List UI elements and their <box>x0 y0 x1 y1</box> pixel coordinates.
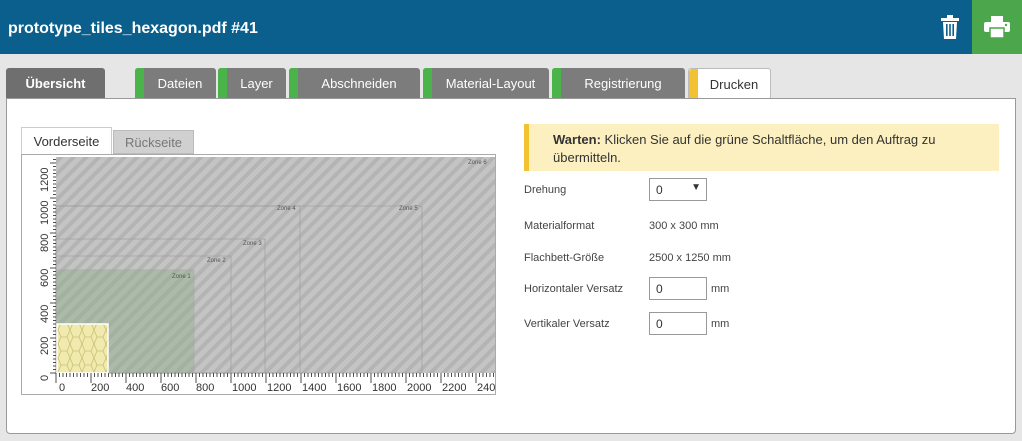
trash-icon <box>941 15 959 39</box>
x-tick-label: 0 <box>59 382 65 394</box>
x-tick-label: 2000 <box>407 382 431 394</box>
app-header: prototype_tiles_hexagon.pdf #41 <box>0 0 1022 54</box>
printer-icon <box>984 16 1010 38</box>
y-tick-label: 400 <box>39 305 51 323</box>
x-tick-label: 1000 <box>232 382 256 394</box>
flatbed-size-value: 2500 x 1250 mm <box>649 252 731 264</box>
y-tick-label: 1000 <box>39 201 51 225</box>
tab-label: Übersicht <box>25 76 86 91</box>
horizontal-offset-unit: mm <box>711 283 730 295</box>
status-marker <box>423 68 432 99</box>
tab-label: Dateien <box>157 76 203 91</box>
warning-text: Klicken Sie auf die grüne Schaltfläche, … <box>553 132 936 165</box>
x-tick-label: 2200 <box>442 382 466 394</box>
tab-label: Material-Layout <box>445 76 536 91</box>
x-tick-label: 400 <box>126 382 144 394</box>
tab-label: Registrierung <box>584 76 662 91</box>
tab-label: Drucken <box>709 77 759 92</box>
warning-banner: Warten: Klicken Sie auf die grüne Schalt… <box>524 124 999 171</box>
tab-registration[interactable]: Registrierung <box>552 68 685 99</box>
zone-label: Zone 3 <box>243 241 262 247</box>
zone-label: Zone 5 <box>399 206 418 212</box>
material-format-label: Materialformat <box>524 220 595 232</box>
material-format-value: 300 x 300 mm <box>649 220 719 232</box>
print-button[interactable] <box>972 0 1022 54</box>
material-tile[interactable] <box>56 323 109 374</box>
zone-label: Zone 1 <box>172 274 191 280</box>
status-marker <box>218 68 227 99</box>
tab-back-side[interactable]: Rückseite <box>113 130 194 154</box>
delete-button[interactable] <box>928 0 972 54</box>
x-tick-label: 1400 <box>302 382 326 394</box>
tab-files[interactable]: Dateien <box>135 68 216 99</box>
zone-label: Zone 6 <box>468 160 487 166</box>
x-tick-label: 1600 <box>337 382 361 394</box>
status-marker <box>289 68 298 99</box>
zone-label: Zone 4 <box>277 206 296 212</box>
x-tick-label: 1800 <box>372 382 396 394</box>
status-marker <box>689 69 698 100</box>
tab-print[interactable]: Drucken <box>688 68 771 100</box>
y-tick-label: 0 <box>39 375 51 381</box>
x-tick-label: 1200 <box>267 382 291 394</box>
flatbed-canvas: Zone 1 Zone 2 Zone 3 Zone 4 Zone 5 Zone … <box>39 157 495 394</box>
y-tick-label: 600 <box>39 269 51 287</box>
x-tick-label: 600 <box>161 382 179 394</box>
status-marker <box>552 68 561 99</box>
y-tick-label: 1200 <box>39 168 51 192</box>
tab-label: Layer <box>240 76 273 91</box>
flatbed-preview: Zone 1 Zone 2 Zone 3 Zone 4 Zone 5 Zone … <box>21 154 496 395</box>
x-tick-label: 240 <box>477 382 495 394</box>
x-tick-label: 800 <box>196 382 214 394</box>
chevron-down-icon: ▼ <box>691 182 701 193</box>
zone-label: Zone 2 <box>207 258 226 264</box>
y-tick-label: 800 <box>39 234 51 252</box>
horizontal-offset-label: Horizontaler Versatz <box>524 283 624 295</box>
rotation-value: 0 <box>656 183 663 197</box>
tab-label: Abschneiden <box>321 76 397 91</box>
vertical-offset-label: Vertikaler Versatz <box>524 318 610 330</box>
tab-layer[interactable]: Layer <box>218 68 286 99</box>
vertical-offset-input[interactable]: 0 <box>649 312 707 335</box>
rotation-label: Drehung <box>524 184 567 196</box>
y-tick-label: 200 <box>39 337 51 355</box>
horizontal-offset-input[interactable]: 0 <box>649 277 707 300</box>
tab-material-layout[interactable]: Material-Layout <box>423 68 549 99</box>
tab-front-side[interactable]: Vorderseite <box>21 127 112 154</box>
warning-title: Warten: <box>553 132 601 147</box>
rotation-select[interactable]: 0 ▼ <box>649 178 707 201</box>
status-marker <box>135 68 144 99</box>
x-tick-label: 200 <box>91 382 109 394</box>
flatbed-size-label: Flachbett-Größe <box>524 252 605 264</box>
tab-overview[interactable]: Übersicht <box>6 68 105 99</box>
vertical-offset-unit: mm <box>711 318 730 330</box>
tab-cut[interactable]: Abschneiden <box>289 68 420 99</box>
document-title: prototype_tiles_hexagon.pdf #41 <box>8 20 258 37</box>
